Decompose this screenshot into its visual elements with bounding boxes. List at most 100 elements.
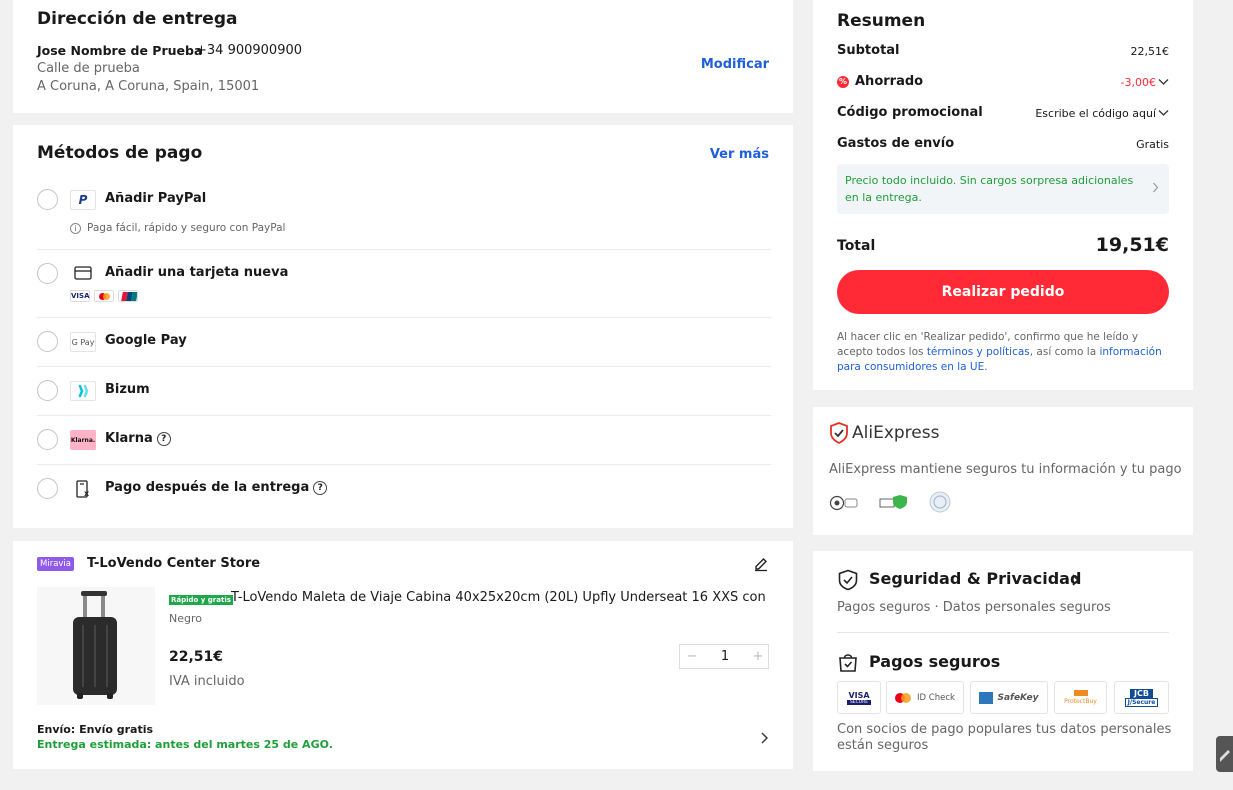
recipient-name: Jose Nombre de Prueba (37, 43, 203, 58)
radio-klarna[interactable] (37, 429, 58, 450)
mastercard-icon (94, 290, 114, 302)
security-shield-badge-icon (879, 493, 909, 511)
klarna-icon: Klarna. (70, 430, 96, 450)
radio-google-pay[interactable] (37, 331, 58, 352)
pencil-icon (1220, 750, 1230, 762)
subtotal-value: 22,51€ (1130, 45, 1170, 58)
product-image[interactable] (37, 587, 155, 705)
legal-text: Al hacer clic en 'Realizar pedido', conf… (837, 331, 1162, 373)
divider (37, 249, 771, 250)
promo-input[interactable]: Escribe el código aquí (1035, 107, 1156, 120)
amex-safekey-logo: SafeKey (970, 681, 1048, 714)
secure-bag-icon (837, 651, 859, 677)
discount-icon: % (837, 76, 849, 88)
cash-on-delivery-icon: x (70, 479, 96, 499)
certification-badge-icon (829, 495, 859, 511)
payment-title: Métodos de pago (37, 143, 203, 163)
cash-on-delivery-label: Pago después de la entrega? (105, 480, 328, 495)
radio-cash-on-delivery[interactable] (37, 478, 58, 499)
store-name[interactable]: T-LoVendo Center Store (87, 556, 260, 571)
tax-included: IVA incluido (169, 674, 245, 689)
security-privacy-title[interactable]: Seguridad & Privacidad (869, 569, 1081, 588)
product-title[interactable]: T-LoVendo Maleta de Viaje Cabina 40x25x2… (231, 590, 771, 605)
payment-option-cash-on-delivery[interactable]: x Pago después de la entrega? (37, 478, 771, 502)
bizum-label: Bizum (105, 382, 150, 397)
edit-icon[interactable] (753, 556, 769, 576)
order-summary-card: Resumen Subtotal 22,51€ % Ahorrado -3,00… (813, 0, 1193, 390)
feedback-tab[interactable] (1216, 736, 1233, 772)
klarna-label: Klarna? (105, 431, 171, 446)
promo-label: Código promocional (837, 105, 983, 120)
new-card-label: Añadir una tarjeta nueva (105, 265, 289, 280)
shield-check-icon (837, 569, 859, 595)
chevron-right-icon[interactable] (759, 730, 769, 749)
summary-title: Resumen (837, 11, 926, 31)
aliexpress-trust-card: AliExpress AliExpress mantiene seguros t… (813, 407, 1193, 535)
saved-label: Ahorrado (855, 74, 924, 89)
decrease-qty-button[interactable]: − (680, 645, 704, 668)
chevron-down-icon[interactable] (1158, 109, 1169, 117)
payment-option-google-pay[interactable]: G Pay Google Pay (37, 331, 771, 355)
payment-option-klarna[interactable]: Klarna. Klarna? (37, 429, 771, 453)
product-color: Negro (169, 612, 202, 625)
price-notice[interactable]: Precio todo incluido. Sin cargos sorpres… (837, 164, 1169, 214)
protectbuy-logo: ProtectBuy (1054, 681, 1107, 714)
fast-free-tag: Rápido y gratis (169, 595, 233, 605)
radio-bizum[interactable] (37, 380, 58, 401)
divider (37, 415, 771, 416)
payment-option-paypal[interactable]: P Añadir PayPal i Paga fácil, rápido y se… (37, 189, 771, 239)
divider (837, 632, 1169, 633)
info-icon: i (70, 223, 81, 234)
divider (37, 464, 771, 465)
aliexpress-logo: AliExpress (852, 423, 940, 443)
chevron-down-icon[interactable] (1158, 78, 1169, 86)
payment-option-new-card[interactable]: Añadir una tarjeta nueva VISA (37, 263, 771, 309)
jcb-secure-logo: JCB J/Secure (1114, 681, 1169, 714)
privacy-seal-icon (929, 491, 951, 513)
delivery-estimate: Entrega estimada: antes del martes 25 de… (37, 738, 333, 751)
card-icon (70, 263, 96, 283)
svg-text:x: x (84, 489, 90, 498)
address-street: Calle de prueba (37, 61, 140, 76)
visa-secure-logo: VISA SECURE (837, 681, 881, 714)
total-value: 19,51€ (1095, 234, 1169, 256)
divider (37, 366, 771, 367)
google-pay-icon: G Pay (70, 332, 96, 352)
paypal-icon: P (70, 190, 96, 210)
security-footer-text: Con socios de pago populares tus datos p… (837, 722, 1172, 753)
total-label: Total (837, 238, 876, 254)
shipping-info: Envío: Envío gratis (37, 723, 154, 736)
product-price: 22,51€ (169, 649, 224, 665)
quantity-stepper: − 1 + (679, 644, 769, 669)
see-more-link[interactable]: Ver más (710, 147, 769, 162)
payment-methods-card: Métodos de pago Ver más P Añadir PayPal … (13, 125, 793, 528)
address-city: A Coruna, A Coruna, Spain, 15001 (37, 79, 260, 94)
radio-paypal[interactable] (37, 189, 58, 210)
increase-qty-button[interactable]: + (746, 645, 770, 668)
saved-value: -3,00€ (1120, 76, 1156, 89)
address-title: Dirección de entrega (37, 9, 238, 29)
chevron-right-icon[interactable] (1071, 573, 1080, 587)
quantity-input[interactable]: 1 (704, 645, 746, 668)
place-order-button[interactable]: Realizar pedido (837, 270, 1169, 314)
shipping-label: Gastos de envío (837, 136, 955, 151)
price-notice-text: Precio todo incluido. Sin cargos sorpres… (845, 174, 1134, 204)
shield-check-icon (829, 422, 849, 448)
radio-new-card[interactable] (37, 263, 58, 284)
terms-link[interactable]: términos y políticas (927, 346, 1030, 358)
aliexpress-trust-text: AliExpress mantiene seguros tu informaci… (829, 462, 1182, 477)
modify-address-link[interactable]: Modificar (701, 57, 769, 72)
recipient-phone: +34 900900900 (196, 43, 303, 58)
help-icon[interactable]: ? (156, 432, 171, 446)
unionpay-icon (118, 290, 138, 302)
delivery-address-card: Dirección de entrega Jose Nombre de Prue… (13, 0, 793, 113)
store-badge: Miravia (37, 557, 74, 571)
paypal-info: i Paga fácil, rápido y seguro con PayPal (70, 222, 285, 234)
help-icon[interactable]: ? (313, 481, 328, 495)
secure-payments-title: Pagos seguros (869, 652, 1001, 671)
payment-option-bizum[interactable]: Bizum (37, 380, 771, 404)
visa-icon: VISA (70, 290, 90, 302)
security-subtitle: Pagos seguros · Datos personales seguros (837, 600, 1111, 615)
google-pay-label: Google Pay (105, 333, 187, 348)
bizum-icon (70, 381, 96, 401)
